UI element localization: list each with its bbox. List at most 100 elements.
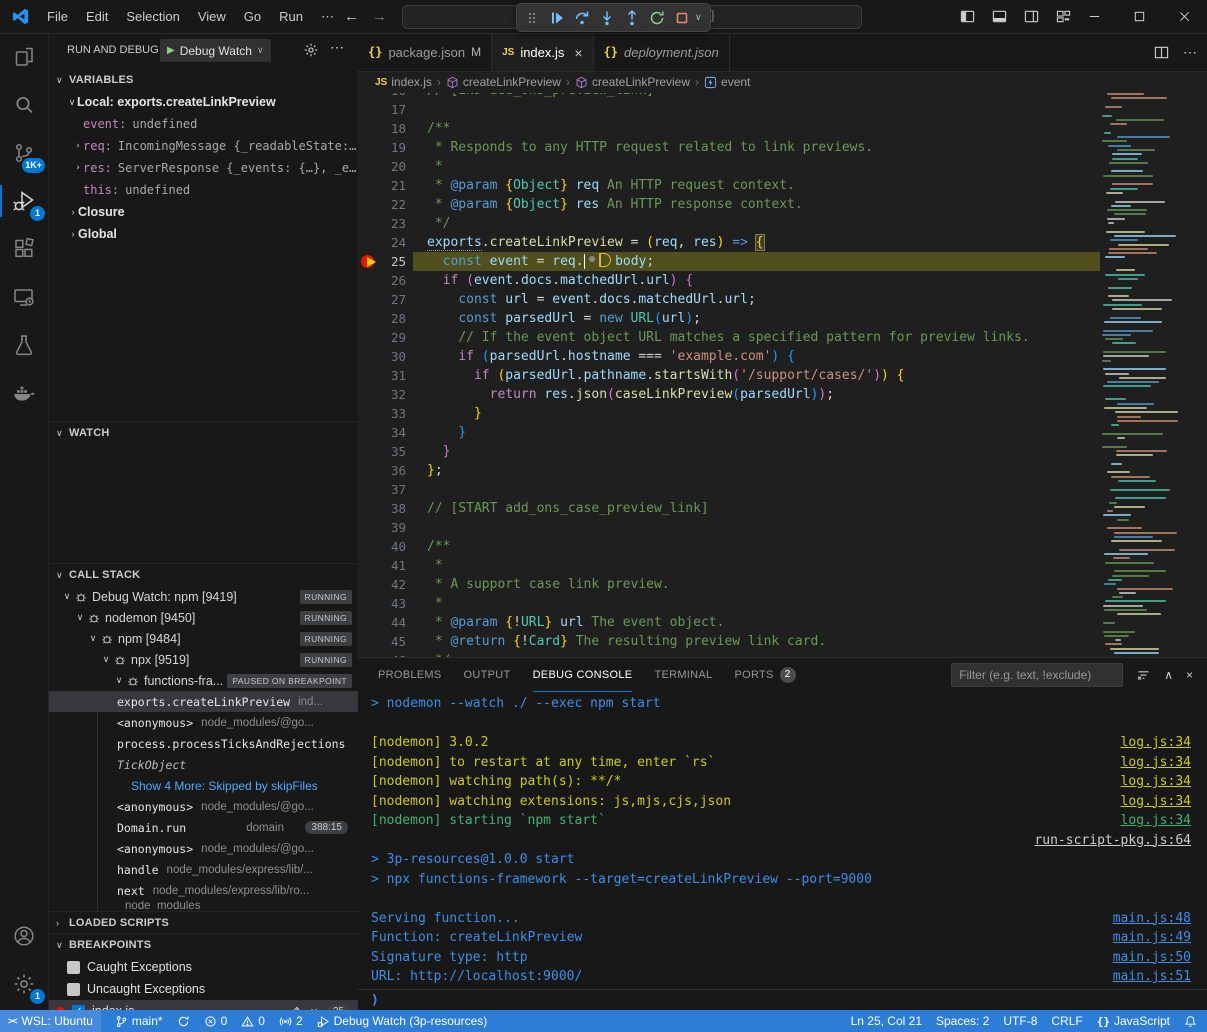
code-line-45[interactable]: 45 * @return {!Card} The resulting previ… [358,632,1207,651]
menu-item-4[interactable]: Go [235,0,270,33]
code-line-21[interactable]: 21 * @param {Object} req An HTTP request… [358,176,1207,195]
activity-explorer[interactable] [0,33,48,81]
console-filter-input[interactable] [951,663,1123,687]
breadcrumb-item[interactable]: JSindex.js [375,75,432,89]
scope-row[interactable]: ›Global [48,223,358,245]
breakpoints-header[interactable]: ∨ BREAKPOINTS [48,933,358,956]
stack-frame-row[interactable]: nextnode_modules/express/lib/ro... [48,880,358,901]
code-line-41[interactable]: 41 * [358,556,1207,575]
activity-settings[interactable]: 1 [0,960,48,1008]
status-bell[interactable] [1184,1015,1197,1028]
code-line-26[interactable]: 26 if (event.docs.matchedUrl.url) { [358,271,1207,290]
code-line-16[interactable]: 16// [END add_ons_preview_link] [358,93,1207,100]
toggle-panel-icon[interactable] [992,9,1007,24]
tab-package.json[interactable]: {}package.jsonM [358,33,492,71]
step-into-button[interactable] [595,6,619,30]
console-source-link[interactable]: log.js:34 [1121,753,1191,773]
skipped-frames-link[interactable]: Show 4 More: Skipped by skipFiles [131,779,318,793]
line-number[interactable]: 29 [358,328,406,347]
activity-extensions[interactable] [0,225,48,273]
code-line-27[interactable]: 27 const url = event.docs.matchedUrl.url… [358,290,1207,309]
call-stack-session[interactable]: ∨functions-fra...PAUSED ON BREAKPOINT [48,670,358,691]
line-number[interactable]: 22 [358,195,406,214]
activity-source-control[interactable]: 1K+ [0,129,48,177]
activity-remote-explorer[interactable] [0,273,48,321]
menu-item-6[interactable]: ⋯ [312,0,343,33]
menu-item-5[interactable]: Run [270,0,312,33]
close-button[interactable] [1162,0,1207,33]
breadcrumb-item[interactable]: event [704,75,750,89]
close-panel-icon[interactable]: × [1186,668,1193,682]
stack-frame-row[interactable]: exports.createLinkPreviewind... [48,691,358,712]
editor-more-actions-icon[interactable]: ⋯ [1183,44,1197,61]
code-line-18[interactable]: 18/** [358,119,1207,138]
menu-item-3[interactable]: View [189,0,235,33]
code-line-33[interactable]: 33 } [358,404,1207,423]
line-number[interactable]: 24 [358,233,406,252]
stack-frame-row[interactable]: Domain.rundomain388:15 [48,817,358,838]
stack-frame-row[interactable]: process.processTicksAndRejections [48,733,358,754]
maximize-panel-icon[interactable]: ∧ [1164,668,1173,682]
code-line-36[interactable]: 36}; [358,461,1207,480]
line-number[interactable]: 32 [358,385,406,404]
stack-frame-row[interactable]: <anonymous>node_modules/@go... [48,712,358,733]
restart-button[interactable] [645,6,669,30]
code-line-25[interactable]: 25 const event = req.body; [358,252,1207,271]
start-debug-icon[interactable]: ▶ [167,45,175,56]
launch-config-dropdown[interactable]: ▶ Debug Watch ∨ [160,39,271,62]
console-source-link[interactable]: log.js:34 [1121,772,1191,792]
breadcrumb-item[interactable]: createLinkPreview [446,75,561,89]
code-line-28[interactable]: 28 const parsedUrl = new URL(url); [358,309,1207,328]
status-0[interactable]: 0 [204,1014,228,1028]
variable-row[interactable]: event:undefined [48,113,358,135]
variables-header[interactable]: ∨ VARIABLES [48,69,358,91]
back-arrow-icon[interactable]: ← [344,0,359,33]
console-source-link[interactable]: log.js:34 [1121,811,1191,831]
call-stack-session[interactable]: ∨npx [9519]RUNNING [48,649,358,670]
call-stack-session[interactable]: ∨Debug Watch: npm [9419]RUNNING [48,586,358,607]
line-number[interactable]: 42 [358,575,406,594]
breakpoint-option-row[interactable]: Uncaught Exceptions [48,978,358,1000]
line-number[interactable]: 38 [358,499,406,518]
code-line-30[interactable]: 30 if (parsedUrl.hostname === 'example.c… [358,347,1207,366]
forward-arrow-icon[interactable]: → [372,0,387,33]
console-source-link[interactable]: main.js:50 [1113,948,1191,968]
code-line-23[interactable]: 23 */ [358,214,1207,233]
split-editor-icon[interactable] [1154,45,1169,60]
line-number[interactable]: 34 [358,423,406,442]
line-number[interactable]: 45 [358,632,406,651]
status-javascript[interactable]: {}JavaScript [1097,1014,1170,1028]
console-source-link[interactable]: main.js:49 [1113,928,1191,948]
code-line-19[interactable]: 19 * Responds to any HTTP request relate… [358,138,1207,157]
code-line-44[interactable]: 44 * @param {!URL} url The event object. [358,613,1207,632]
continue-button[interactable] [545,6,569,30]
console-source-link[interactable]: log.js:34 [1121,733,1191,753]
checkbox-unchecked[interactable] [67,983,80,996]
status-2[interactable]: 2 [279,1014,303,1028]
code-line-20[interactable]: 20 * [358,157,1207,176]
code-line-37[interactable]: 37 [358,480,1207,499]
status-spaces-2[interactable]: Spaces: 2 [936,1014,989,1028]
activity-run-and-debug[interactable]: 1 [0,177,48,225]
minimize-button[interactable] [1072,0,1117,33]
console-source-link[interactable]: run-script-pkg.js:64 [1034,831,1191,851]
code-line-40[interactable]: 40/** [358,537,1207,556]
scope-row[interactable]: ›Closure [48,201,358,223]
stack-frame-row[interactable]: handlenode_modules/express/lib/... [48,859,358,880]
panel-tab-output[interactable]: OUTPUT [464,658,511,692]
maximize-button[interactable] [1117,0,1162,33]
customize-layout-icon[interactable] [1056,9,1071,24]
watch-header[interactable]: ∨ WATCH [48,421,358,444]
line-number[interactable]: 26 [358,271,406,290]
status-0[interactable]: 0 [241,1014,265,1028]
tab-index.js[interactable]: JSindex.js× [492,33,594,71]
line-number[interactable]: 43 [358,594,406,613]
line-number[interactable]: 30 [358,347,406,366]
sidebar-more-actions-icon[interactable]: ⋯ [330,39,344,56]
line-number[interactable]: 16 [358,93,406,100]
step-out-button[interactable] [620,6,644,30]
variables-scope-row[interactable]: ∨Local: exports.createLinkPreview [48,91,358,113]
filter-icon[interactable] [1136,668,1151,683]
code-line-42[interactable]: 42 * A support case link preview. [358,575,1207,594]
status-debug-watch-3p-resources-[interactable]: Debug Watch (3p-resources) [317,1014,488,1028]
